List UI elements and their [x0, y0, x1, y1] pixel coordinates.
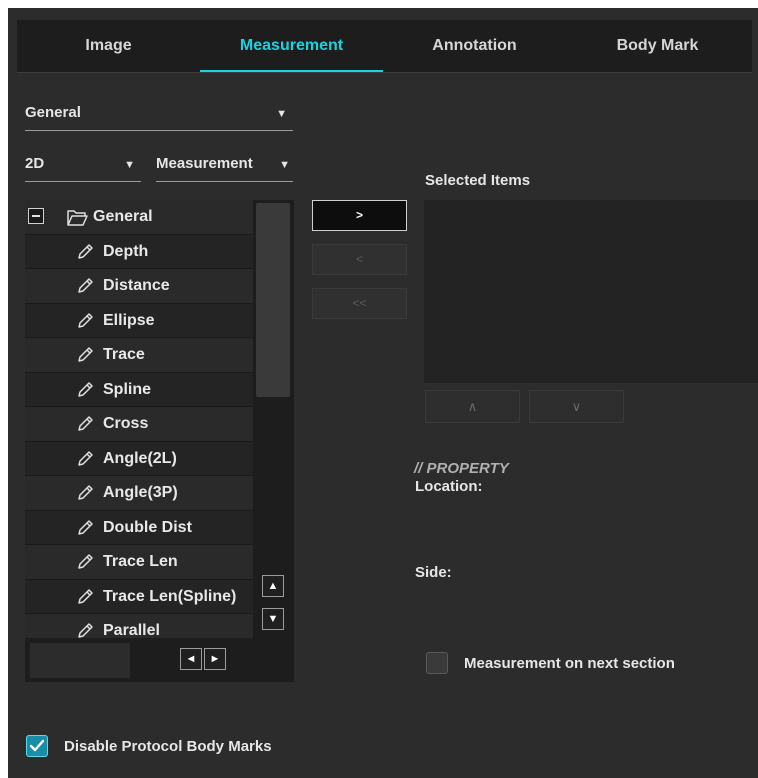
chevron-down-icon: ▼: [279, 159, 290, 171]
measurement-tree: General Depth Distance Ellipse Trace Spline C…: [25, 200, 253, 638]
checkmark-icon: [29, 739, 45, 752]
property-header: // PROPERTY: [414, 460, 509, 477]
move-down-button[interactable]: ∨: [529, 390, 624, 423]
next-section-label: Measurement on next section: [464, 655, 675, 672]
location-label: Location:: [415, 478, 483, 495]
tab-measurement[interactable]: Measurement: [200, 20, 383, 72]
tree-item[interactable]: Cross: [25, 407, 253, 442]
tree-item[interactable]: Trace: [25, 338, 253, 373]
disable-body-marks-label: Disable Protocol Body Marks: [64, 738, 272, 755]
tree-item-label: Trace Len: [103, 553, 178, 570]
scroll-left-button[interactable]: ◄: [180, 648, 202, 670]
scroll-up-button[interactable]: ▲: [262, 575, 284, 597]
tree-root-label: General: [93, 208, 153, 225]
tab-image[interactable]: Image: [17, 20, 200, 72]
tree-item[interactable]: Ellipse: [25, 303, 253, 338]
tab-annotation[interactable]: Annotation: [383, 20, 566, 72]
selected-items-label: Selected Items: [425, 172, 531, 189]
tree-item[interactable]: Parallel: [25, 614, 253, 638]
tree-item-label: Angle(2L): [103, 449, 177, 467]
tree-root-general[interactable]: General: [25, 200, 253, 235]
ruler-pencil-icon: [75, 614, 95, 638]
tree-filter-box[interactable]: [30, 643, 130, 678]
tree-item-label: Cross: [103, 415, 149, 432]
tab-divider: [17, 72, 752, 73]
scroll-right-button[interactable]: ►: [204, 648, 226, 670]
tree-item[interactable]: Trace Len: [25, 545, 253, 580]
next-section-checkbox[interactable]: [426, 652, 448, 674]
move-up-button[interactable]: ∧: [425, 390, 520, 423]
tree-item[interactable]: Trace Len(Spline): [25, 579, 253, 614]
mode-dropdown[interactable]: 2D ▼: [25, 155, 141, 182]
side-label: Side:: [415, 564, 452, 581]
collapse-icon[interactable]: [28, 208, 44, 224]
tree-item[interactable]: Depth: [25, 234, 253, 269]
tab-body-mark[interactable]: Body Mark: [566, 20, 749, 72]
tree-item-label: Parallel: [103, 622, 160, 638]
chevron-down-icon: ▼: [124, 159, 135, 171]
category-dropdown-value: Measurement: [156, 155, 253, 172]
scroll-down-button[interactable]: ▼: [262, 608, 284, 630]
tree-item-label: Angle(3P): [103, 484, 178, 501]
disable-body-marks-checkbox[interactable]: [26, 735, 48, 757]
scrollbar-thumb[interactable]: [256, 203, 290, 397]
tree-item[interactable]: Angle(2L): [25, 441, 253, 476]
tree-item-label: Depth: [103, 242, 149, 260]
category-dropdown[interactable]: Measurement ▼: [156, 155, 293, 182]
mode-dropdown-value: 2D: [25, 155, 45, 172]
tree-item-label: Double Dist: [103, 518, 192, 536]
add-item-button[interactable]: >: [312, 200, 407, 231]
tree-item[interactable]: Double Dist: [25, 510, 253, 545]
tree-item[interactable]: Distance: [25, 269, 253, 304]
tree-item-label: Trace Len(Spline): [103, 587, 237, 605]
chevron-down-icon: ▼: [276, 108, 287, 120]
tree-item-label: Spline: [103, 380, 152, 398]
tree-item-label: Distance: [103, 277, 170, 294]
tab-bar: Image Measurement Annotation Body Mark: [17, 20, 752, 72]
tree-item-label: Trace: [103, 346, 145, 363]
group-dropdown[interactable]: General ▼: [25, 104, 293, 131]
remove-item-button[interactable]: <: [312, 244, 407, 275]
tree-item[interactable]: Spline: [25, 372, 253, 407]
tree-item-label: Ellipse: [103, 311, 155, 329]
tree-item[interactable]: Angle(3P): [25, 476, 253, 511]
selected-items-list[interactable]: [424, 200, 758, 383]
group-dropdown-value: General: [25, 104, 81, 121]
remove-all-button[interactable]: <<: [312, 288, 407, 319]
